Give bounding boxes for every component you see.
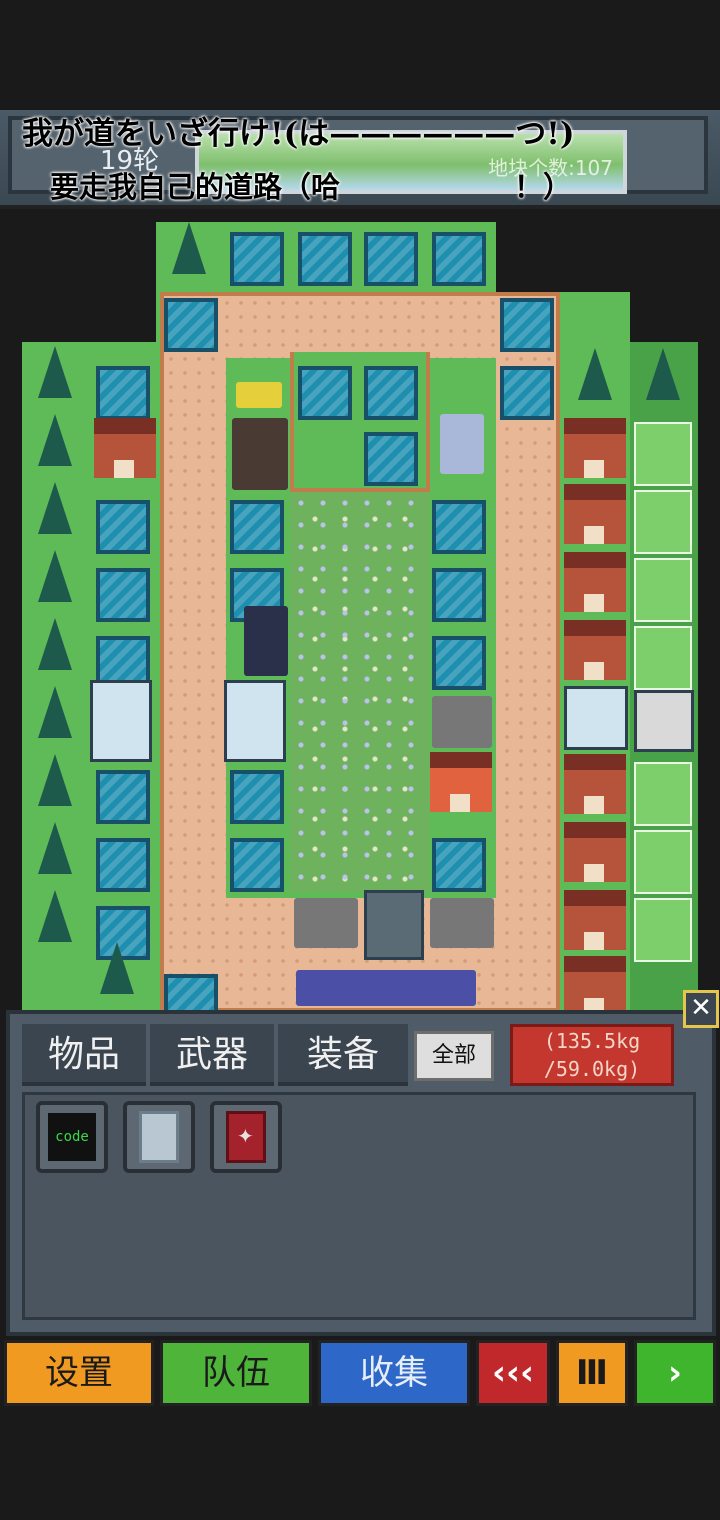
- team-button[interactable]: 队伍: [160, 1340, 312, 1406]
- pine-tree: [646, 348, 680, 400]
- next-button[interactable]: ›: [634, 1340, 716, 1406]
- water-tile: [432, 568, 486, 622]
- item-slot-red-book[interactable]: [210, 1101, 282, 1173]
- water-tile: [96, 770, 150, 824]
- sports-field: [634, 558, 692, 622]
- code-chip-icon: code: [48, 1113, 96, 1161]
- cottage-building: [94, 418, 156, 478]
- water-tile: [298, 232, 352, 286]
- sports-field: [634, 762, 692, 826]
- red-book-icon: [226, 1111, 266, 1163]
- parking-lot: [634, 690, 694, 752]
- shop-building: [430, 752, 492, 812]
- house-building: [564, 620, 626, 680]
- water-tile: [230, 838, 284, 892]
- pine-tree: [38, 550, 72, 602]
- trash-pile: [430, 898, 494, 948]
- water-tile: [164, 298, 218, 352]
- trash-pile: [294, 898, 358, 948]
- pine-tree: [38, 686, 72, 738]
- house-building: [564, 822, 626, 882]
- tent-row: [296, 970, 476, 1006]
- sports-field: [634, 422, 692, 486]
- pine-tree: [38, 414, 72, 466]
- water-tile: [432, 500, 486, 554]
- house-building: [564, 956, 626, 1010]
- hospital-building: [564, 686, 628, 750]
- pine-tree: [172, 222, 206, 274]
- house-building: [564, 552, 626, 612]
- item-slot-gray-book[interactable]: [123, 1101, 195, 1173]
- flower-field: [290, 492, 430, 892]
- water-tile: [230, 232, 284, 286]
- item-slot-code[interactable]: code: [36, 1101, 108, 1173]
- flag-fountain: [440, 414, 484, 474]
- office-building: [90, 680, 152, 762]
- water-tile: [364, 366, 418, 420]
- settings-button[interactable]: 设置: [4, 1340, 154, 1406]
- collect-button[interactable]: 收集: [318, 1340, 470, 1406]
- rewind-button[interactable]: ‹‹‹: [476, 1340, 550, 1406]
- water-tile: [230, 500, 284, 554]
- water-tile: [96, 568, 150, 622]
- tab-equipment[interactable]: 装备: [278, 1024, 408, 1086]
- close-panel-button[interactable]: ✕: [683, 990, 719, 1028]
- house-building: [564, 890, 626, 950]
- pine-tree: [38, 754, 72, 806]
- filter-all-button[interactable]: 全部: [414, 1031, 494, 1081]
- pine-tree: [100, 942, 134, 994]
- water-tile: [298, 366, 352, 420]
- house-building: [564, 484, 626, 544]
- water-tile: [364, 432, 418, 486]
- water-tile: [500, 298, 554, 352]
- water-tile: [96, 500, 150, 554]
- pine-tree: [38, 482, 72, 534]
- water-tile: [432, 838, 486, 892]
- water-tile: [164, 974, 218, 1010]
- water-tile: [230, 770, 284, 824]
- water-tile: [432, 636, 486, 690]
- house-building: [564, 418, 626, 478]
- pine-tree: [38, 822, 72, 874]
- tab-weapons[interactable]: 武器: [150, 1024, 274, 1086]
- slogan-line-2: 要走我自己的道路（哈 ！）: [50, 170, 573, 204]
- water-tile: [96, 366, 150, 420]
- trash-pile: [432, 696, 492, 748]
- sports-field: [634, 898, 692, 962]
- sports-field: [634, 626, 692, 690]
- office-building: [224, 680, 286, 762]
- sports-field: [634, 830, 692, 894]
- pine-tree: [38, 890, 72, 942]
- pause-button[interactable]: Ⅲ: [556, 1340, 628, 1406]
- house-building: [564, 754, 626, 814]
- pine-tree: [578, 348, 612, 400]
- sports-field: [634, 490, 692, 554]
- water-tile: [96, 838, 150, 892]
- pine-tree: [38, 346, 72, 398]
- slogan-line-1: 我が道をいざ行け!(は——————つ!): [22, 116, 575, 152]
- water-tile: [432, 232, 486, 286]
- water-tile: [500, 366, 554, 420]
- game-map[interactable]: [0, 222, 720, 1010]
- carry-weight-badge: (135.5kg /59.0kg): [510, 1024, 674, 1086]
- gray-book-icon: [139, 1111, 179, 1163]
- crate-stack: [232, 418, 288, 490]
- enemy-group[interactable]: [236, 382, 282, 408]
- player-character[interactable]: [244, 606, 288, 676]
- store-building: [364, 890, 424, 960]
- tab-items[interactable]: 物品: [22, 1024, 146, 1086]
- weight-current: (135.5kg: [543, 1029, 641, 1053]
- water-tile: [364, 232, 418, 286]
- pine-tree: [38, 618, 72, 670]
- weight-max: /59.0kg): [543, 1057, 641, 1081]
